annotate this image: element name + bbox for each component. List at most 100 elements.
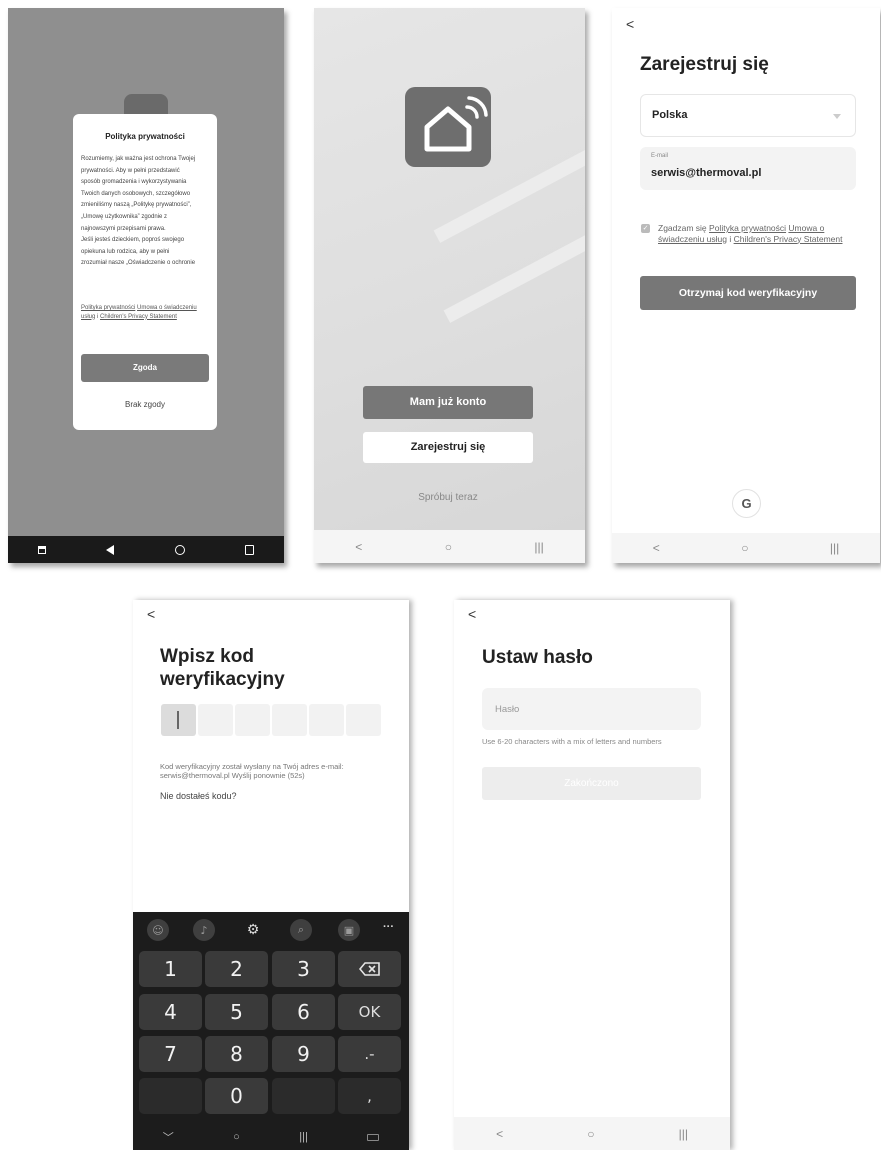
childrens-privacy-link[interactable]: Children's Privacy Statement bbox=[100, 314, 177, 320]
key-8[interactable]: 8 bbox=[205, 1036, 268, 1072]
clipboard-icon[interactable]: ▣ bbox=[338, 919, 360, 941]
home-icon[interactable] bbox=[174, 544, 185, 555]
password-placeholder: Hasło bbox=[495, 704, 520, 715]
back-button[interactable]: < bbox=[468, 606, 476, 622]
key-0[interactable]: 0 bbox=[205, 1078, 268, 1114]
back-icon[interactable]: < bbox=[653, 541, 660, 555]
consent-checkbox[interactable]: ✓ bbox=[641, 224, 650, 233]
code-digit-box[interactable] bbox=[272, 704, 307, 736]
no-code-link[interactable]: Nie dostałeś kodu? bbox=[160, 791, 237, 801]
home-icon[interactable]: ○ bbox=[233, 1131, 240, 1143]
code-digit-box[interactable] bbox=[198, 704, 233, 736]
key-1[interactable]: 1 bbox=[139, 951, 202, 987]
overview-icon[interactable] bbox=[244, 544, 254, 555]
body-line: Jeśli jesteś dzieckiem, poproś swojego bbox=[81, 237, 185, 244]
home-icon[interactable]: ○ bbox=[741, 541, 748, 555]
country-select[interactable]: Polska bbox=[640, 94, 856, 137]
code-digit-box[interactable] bbox=[346, 704, 381, 736]
chevron-down-icon bbox=[833, 114, 841, 119]
key-4[interactable]: 4 bbox=[139, 994, 202, 1030]
google-login-icon[interactable]: G bbox=[732, 489, 761, 518]
resend-line[interactable]: serwis@thermoval.pl Wyślij ponownie (52s… bbox=[160, 771, 405, 780]
privacy-policy-link[interactable]: Polityka prywatności bbox=[709, 223, 786, 233]
recent-apps-icon[interactable]: ||| bbox=[299, 1131, 308, 1143]
nav-bar: < ○ ||| bbox=[454, 1117, 730, 1150]
login-button[interactable]: Mam już konto bbox=[363, 386, 533, 419]
body-line: zrozumiał nasze „Oświadczenie o ochronie bbox=[81, 260, 196, 267]
body-line: najnowszymi przepisami prawa. bbox=[81, 225, 166, 232]
register-button[interactable]: Zarejestruj się bbox=[363, 432, 533, 463]
email-label: E-mail bbox=[651, 153, 669, 159]
backspace-key[interactable] bbox=[338, 951, 401, 987]
home-icon[interactable]: ○ bbox=[587, 1127, 594, 1141]
disagree-button[interactable]: Brak zgody bbox=[81, 400, 209, 409]
dialog-links: Polityka prywatności Umowa o świadczeniu… bbox=[81, 304, 209, 321]
emoji-icon[interactable]: ☺ bbox=[147, 919, 169, 941]
password-input[interactable]: Hasło bbox=[482, 688, 701, 730]
dialog-title: Polityka prywatności bbox=[105, 132, 185, 141]
code-digit-box-active[interactable] bbox=[161, 704, 196, 736]
home-wifi-icon bbox=[424, 96, 488, 152]
page-title: Ustaw hasło bbox=[482, 647, 593, 668]
code-digit-box[interactable] bbox=[235, 704, 270, 736]
done-button[interactable]: Zakończono bbox=[482, 767, 701, 800]
recent-apps-icon[interactable]: ||| bbox=[830, 541, 839, 555]
empty-key[interactable] bbox=[272, 1078, 335, 1114]
comma-key[interactable]: , bbox=[338, 1078, 401, 1114]
welcome-screen: Mam już konto Zarejestruj się Spróbuj te… bbox=[314, 8, 585, 563]
recent-apps-icon[interactable] bbox=[38, 545, 47, 554]
back-button[interactable]: < bbox=[626, 16, 634, 32]
code-digit-box[interactable] bbox=[309, 704, 344, 736]
key-2[interactable]: 2 bbox=[205, 951, 268, 987]
password-hint: Use 6-20 characters with a mix of letter… bbox=[482, 737, 662, 746]
keyboard-nav-bar: ﹀ ○ ||| bbox=[133, 1124, 409, 1150]
privacy-screen: Polityka prywatności Rozumiemy, jak ważn… bbox=[8, 8, 284, 563]
more-icon[interactable]: ··· bbox=[383, 921, 394, 933]
microphone-icon[interactable]: ♪ bbox=[193, 919, 215, 941]
nav-bar bbox=[8, 536, 284, 563]
consent-connector: i bbox=[726, 233, 734, 244]
keyboard-icon[interactable] bbox=[367, 1133, 380, 1141]
hide-keyboard-icon[interactable]: ﹀ bbox=[163, 1129, 174, 1145]
key-5[interactable]: 5 bbox=[205, 994, 268, 1030]
body-line: opiekuna lub rodzica, aby w pełni bbox=[81, 248, 170, 255]
nav-bar: < ○ ||| bbox=[314, 530, 585, 563]
get-code-button[interactable]: Otrzymaj kod weryfikacyjny bbox=[640, 276, 856, 310]
back-button[interactable]: < bbox=[147, 606, 155, 622]
key-6[interactable]: 6 bbox=[272, 994, 335, 1030]
empty-key[interactable] bbox=[139, 1078, 202, 1114]
key-3[interactable]: 3 bbox=[272, 951, 335, 987]
text-cursor bbox=[177, 711, 179, 729]
email-value: serwis@thermoval.pl bbox=[651, 167, 762, 179]
back-icon[interactable]: < bbox=[496, 1127, 503, 1141]
app-logo bbox=[405, 87, 491, 167]
dash-key[interactable]: .- bbox=[338, 1036, 401, 1072]
key-7[interactable]: 7 bbox=[139, 1036, 202, 1072]
backspace-icon bbox=[358, 962, 380, 976]
dialog-body: Rozumiemy, jak ważna jest ochrona Twojej… bbox=[81, 154, 211, 270]
body-line: „Umowę użytkownika” zgodnie z bbox=[81, 213, 168, 220]
back-icon[interactable] bbox=[106, 544, 115, 555]
title-line: Wpisz kod bbox=[160, 646, 254, 667]
numeric-keyboard bbox=[133, 912, 409, 1150]
search-icon[interactable]: ⌕ bbox=[290, 919, 312, 941]
consent-text: Zgadzam się Polityka prywatności Umowa o… bbox=[658, 223, 858, 244]
settings-gear-icon[interactable]: ⚙ bbox=[242, 919, 264, 941]
back-icon[interactable]: < bbox=[355, 540, 362, 554]
agree-button[interactable]: Zgoda bbox=[81, 354, 209, 382]
key-9[interactable]: 9 bbox=[272, 1036, 335, 1072]
code-info: Kod weryfikacyjny został wysłany na Twój… bbox=[160, 762, 405, 780]
recent-apps-icon[interactable]: ||| bbox=[679, 1127, 688, 1141]
recent-apps-icon[interactable]: ||| bbox=[534, 540, 543, 554]
privacy-policy-link[interactable]: Polityka prywatności bbox=[81, 305, 135, 311]
page-title: Wpisz kod weryfikacyjny bbox=[160, 645, 285, 691]
ok-key[interactable]: OK bbox=[338, 994, 401, 1030]
try-now-link[interactable]: Spróbuj teraz bbox=[363, 492, 533, 503]
home-icon[interactable]: ○ bbox=[445, 540, 452, 554]
email-field[interactable]: E-mail serwis@thermoval.pl bbox=[640, 147, 856, 190]
country-value: Polska bbox=[652, 109, 688, 121]
childrens-privacy-link[interactable]: Children's Privacy Statement bbox=[734, 234, 843, 244]
title-line: weryfikacyjny bbox=[160, 669, 285, 690]
body-line: sposób gromadzenia i wykorzystywania bbox=[81, 179, 187, 186]
set-password-screen: < Ustaw hasło Hasło Use 6-20 characters … bbox=[454, 600, 730, 1150]
